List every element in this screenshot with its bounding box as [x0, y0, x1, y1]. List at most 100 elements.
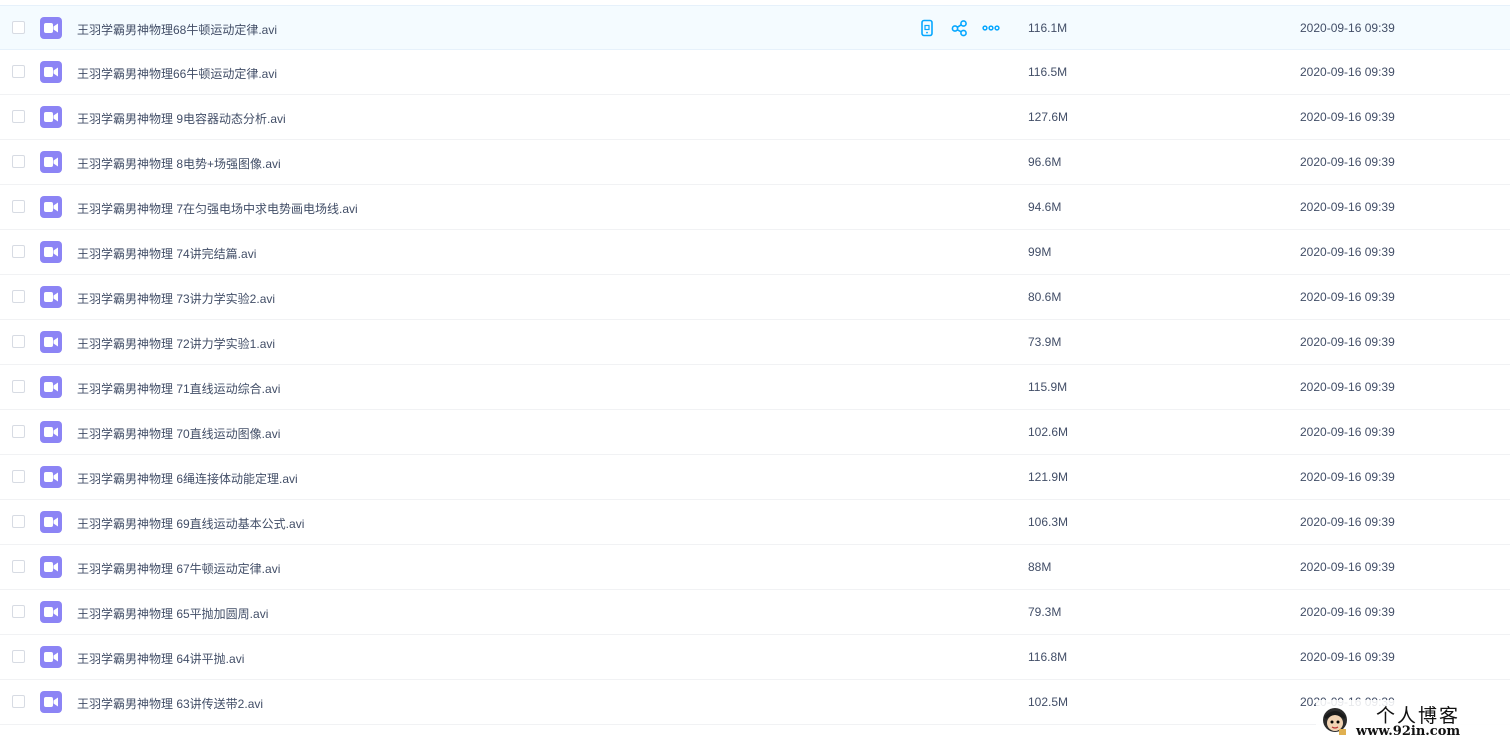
video-file-icon [40, 61, 62, 83]
phone-icon[interactable] [918, 19, 936, 37]
file-size: 102.6M [1028, 425, 1069, 439]
file-size: 80.6M [1028, 290, 1062, 304]
file-row[interactable]: 王羽学霸男神物理 72讲力学实验1.avi 73.9M 2020-09-16 09:… [0, 320, 1510, 365]
file-name[interactable]: 王羽学霸男神物理 69直线运动基本公式.avi [77, 515, 304, 532]
watermark-logo [1323, 708, 1347, 735]
file-name[interactable]: 王羽学霸男神物理 73讲力学实验2.avi [77, 290, 275, 307]
file-modified-date: 2020-09-16 09:39 [1300, 335, 1395, 349]
file-name[interactable]: 王羽学霸男神物理 8电势+场强图像.avi [77, 155, 281, 172]
file-size: 121.9M [1028, 470, 1069, 484]
file-size: 79.3M [1028, 605, 1062, 619]
file-name[interactable]: 王羽学霸男神物理 64讲平抛.avi [77, 650, 244, 667]
video-file-icon [40, 331, 62, 353]
video-file-icon [40, 646, 62, 668]
file-modified-date: 2020-09-16 09:39 [1300, 200, 1395, 214]
file-size: 96.6M [1028, 155, 1062, 169]
file-row[interactable]: 王羽学霸男神物理 63讲传送带2.avi102.5M2020-09-16 09:… [0, 680, 1510, 725]
video-file-icon [40, 106, 62, 128]
row-checkbox[interactable] [12, 650, 25, 663]
row-checkbox[interactable] [12, 200, 25, 213]
video-file-icon [40, 556, 62, 578]
file-name[interactable]: 王羽学霸男神物理 70直线运动图像.avi [77, 425, 280, 442]
row-checkbox[interactable] [12, 290, 25, 303]
row-checkbox[interactable] [12, 380, 25, 393]
file-size: 116.5M [1028, 65, 1068, 79]
file-row[interactable]: 王羽学霸男神物理 6绳连接体动能定理.avi 121.9M 2020-09-16 0… [0, 455, 1510, 500]
row-checkbox[interactable] [12, 515, 25, 528]
file-modified-date: 2020-09-16 09:39 [1300, 515, 1395, 529]
more-icon[interactable] [982, 19, 1000, 37]
watermark: 个人博客 www.92in.com [1316, 700, 1510, 742]
row-checkbox[interactable] [12, 245, 25, 258]
file-modified-date: 2020-09-16 09:39 [1300, 380, 1395, 394]
file-row[interactable]: 王羽学霸男神物理 65平抛加圆周.avi 79.3M 2020-09-16 09:3… [0, 590, 1510, 635]
file-modified-date: 2020-09-16 09:39 [1300, 650, 1395, 664]
file-name[interactable]: 王羽学霸男神物理 71直线运动综合.avi [77, 380, 280, 397]
file-row[interactable]: 王羽学霸男神物理 74讲完结篇.avi 99M 2020-09-16 09:39 [0, 230, 1510, 275]
file-name[interactable]: 王羽学霸男神物理 67牛顿运动定律.avi [77, 560, 280, 577]
file-modified-date: 2020-09-16 09:39 [1300, 65, 1395, 79]
file-modified-date: 2020-09-16 09:39 [1300, 245, 1395, 259]
file-size: 127.6M [1028, 110, 1069, 124]
video-file-icon [40, 286, 62, 308]
file-row[interactable]: 王羽学霸男神物理68牛顿运动定律.avi 116.1M 2020-09-16 09:… [0, 5, 1510, 50]
row-checkbox[interactable] [12, 110, 25, 123]
file-size: 102.5M [1028, 695, 1069, 709]
file-modified-date: 2020-09-16 09:39 [1300, 155, 1395, 169]
video-file-icon [40, 241, 62, 263]
file-modified-date: 2020-09-16 09:39 [1300, 560, 1395, 574]
row-checkbox[interactable] [12, 560, 25, 573]
file-name[interactable]: 王羽学霸男神物理68牛顿运动定律.avi [77, 21, 277, 38]
watermark-url: www.92in.com [1356, 724, 1461, 739]
share-icon[interactable] [950, 19, 968, 37]
file-name[interactable]: 王羽学霸男神物理 72讲力学实验1.avi [77, 335, 275, 352]
file-name[interactable]: 王羽学霸男神物理 6绳连接体动能定理.avi [77, 470, 298, 487]
file-row[interactable]: 王羽学霸男神物理 73讲力学实验2.avi 80.6M 2020-09-16 09:… [0, 275, 1510, 320]
row-checkbox[interactable] [12, 155, 25, 168]
file-row[interactable]: 王羽学霸男神物理 67牛顿运动定律.avi 88M 2020-09-16 09:39 [0, 545, 1510, 590]
video-file-icon [40, 17, 62, 39]
file-name[interactable]: 王羽学霸男神物理 74讲完结篇.avi [77, 245, 256, 262]
file-name[interactable]: 王羽学霸男神物理66牛顿运动定律.avi [77, 65, 277, 82]
video-file-icon [40, 601, 62, 623]
row-checkbox[interactable] [12, 695, 25, 708]
file-row[interactable]: 王羽学霸男神物理 8电势+场强图像.avi 96.6M 2020-09-16 09:… [0, 140, 1510, 185]
file-list: 王羽学霸男神物理68牛顿运动定律.avi 116.1M 2020-09-16 09:… [0, 5, 1510, 725]
file-row[interactable]: 王羽学霸男神物理 71直线运动综合.avi 115.9M 2020-09-16 09… [0, 365, 1510, 410]
file-modified-date: 2020-09-16 09:39 [1300, 425, 1395, 439]
file-row[interactable]: 王羽学霸男神物理66牛顿运动定律.avi 116.5M 2020-09-16 09:… [0, 50, 1510, 95]
video-file-icon [40, 511, 62, 533]
file-modified-date: 2020-09-16 09:39 [1300, 290, 1395, 304]
row-checkbox[interactable] [12, 335, 25, 348]
row-checkbox[interactable] [12, 425, 25, 438]
file-row[interactable]: 王羽学霸男神物理 64讲平抛.avi 116.8M 2020-09-16 09:39 [0, 635, 1510, 680]
file-name[interactable]: 王羽学霸男神物理 9电容器动态分析.avi [77, 110, 286, 127]
row-checkbox[interactable] [12, 470, 25, 483]
file-row[interactable]: 王羽学霸男神物理 69直线运动基本公式.avi 106.3M 2020-09-16 … [0, 500, 1510, 545]
file-row[interactable]: 王羽学霸男神物理 7在匀强电场中求电势画电场线.avi 94.6M 2020-09-… [0, 185, 1510, 230]
file-name[interactable]: 王羽学霸男神物理 63讲传送带2.avi [77, 695, 263, 712]
file-name[interactable]: 王羽学霸男神物理 7在匀强电场中求电势画电场线.avi [77, 200, 358, 217]
video-file-icon [40, 196, 62, 218]
row-checkbox[interactable] [12, 605, 25, 618]
file-row[interactable]: 王羽学霸男神物理 70直线运动图像.avi 102.6M 2020-09-16 09… [0, 410, 1510, 455]
file-modified-date: 2020-09-16 09:39 [1300, 605, 1395, 619]
file-size: 99M [1028, 245, 1052, 259]
file-name[interactable]: 王羽学霸男神物理 65平抛加圆周.avi [77, 605, 268, 622]
file-modified-date: 2020-09-16 09:39 [1300, 21, 1395, 35]
video-file-icon [40, 151, 62, 173]
file-size: 115.9M [1028, 380, 1068, 394]
file-size: 106.3M [1028, 515, 1069, 529]
file-row[interactable]: 王羽学霸男神物理 9电容器动态分析.avi 127.6M 2020-09-16 09… [0, 95, 1510, 140]
file-size: 116.1M [1028, 21, 1068, 35]
video-file-icon [40, 376, 62, 398]
file-size: 73.9M [1028, 335, 1062, 349]
file-size: 88M [1028, 560, 1052, 574]
file-size: 94.6M [1028, 200, 1062, 214]
video-file-icon [40, 466, 62, 488]
video-file-icon [40, 421, 62, 443]
video-file-icon [40, 691, 62, 713]
file-modified-date: 2020-09-16 09:39 [1300, 110, 1395, 124]
row-checkbox[interactable] [12, 21, 25, 34]
row-checkbox[interactable] [12, 65, 25, 78]
